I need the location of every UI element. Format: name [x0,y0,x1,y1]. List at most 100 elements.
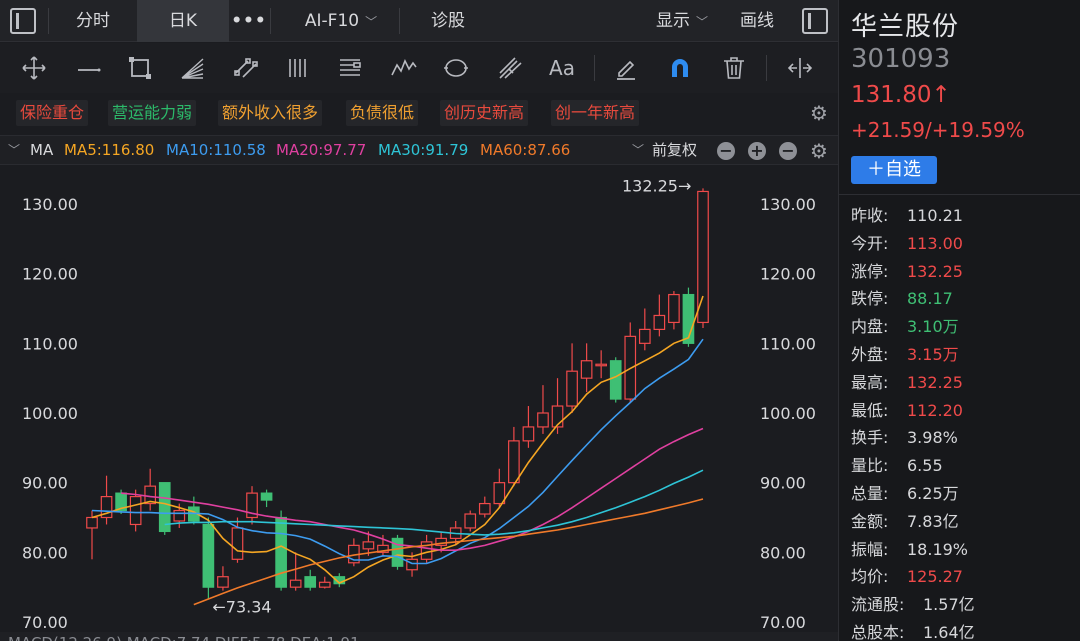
candle-body [580,360,593,379]
vertical-lines-icon[interactable] [285,55,313,81]
stat-value: 7.83亿 [907,511,959,531]
stat-row: 均价: 125.27 [851,563,1079,591]
y-tick-label-right: 100.00 [760,404,816,423]
candle-body [362,541,375,550]
candle-body [304,576,317,588]
candle-body [289,579,302,588]
kline-chart[interactable]: 130.00 130.00 120.00 120.00 110.00 110.00 100.… [0,166,838,641]
wave-icon[interactable] [390,55,418,81]
chevron-down-icon[interactable]: ﹀ [8,136,20,164]
gear-icon[interactable]: ⚙ [808,102,830,124]
trash-icon[interactable] [720,55,748,81]
tab-diagnose[interactable]: 诊股 [405,0,491,42]
draw-line-button[interactable]: 画线 [728,0,786,42]
gear-icon[interactable]: ⚙ [808,140,830,162]
ma30-value: MA30:91.79 [378,141,469,159]
horizontal-line-icon[interactable] [75,55,103,81]
y-tick-label-right: 90.00 [760,474,806,493]
stat-row: 总股本: 1.64亿 [851,619,1079,641]
y-tick-label-left: 70.00 [22,613,68,632]
tag-item[interactable]: 营运能力弱 [108,100,197,126]
stat-label: 振幅: [851,539,889,559]
move-icon[interactable] [20,55,48,81]
stat-row: 昨收: 110.21 [851,202,1079,230]
y-tick-label-left: 80.00 [22,543,68,562]
candle-body [478,502,491,515]
y-tick-label-right: 110.00 [760,334,816,353]
tab-ai-f10[interactable]: AI-F10 ﹀ [285,0,397,42]
divider [270,8,271,34]
stat-row: 振幅: 18.19% [851,536,1079,564]
ma-line-ma30 [164,469,704,536]
stat-value: 3.15万 [907,344,959,364]
tab-intraday[interactable]: 分时 [50,0,136,42]
low-price-annotation: ←73.34 [212,598,271,617]
tab-ai-f10-label: AI-F10 [304,11,360,31]
price-change: +21.59/+19.59% [851,118,1025,142]
stat-row: 最低: 112.20 [851,397,1079,425]
add-watchlist-button[interactable]: ＋自选 [851,156,937,184]
candle-body [638,328,651,344]
adjust-mode-select[interactable]: 前复权 [652,136,697,164]
rectangle-icon[interactable] [126,55,154,81]
tab-daily-k[interactable]: 日K [137,0,229,42]
tag-item[interactable]: 创历史新高 [440,100,529,126]
chevron-down-icon: ﹀ [365,15,378,29]
tag-item[interactable]: 负债很低 [346,100,419,126]
more-tabs-icon[interactable]: ••• [230,0,268,42]
tag-item[interactable]: 保险重仓 [16,100,89,126]
zoom-out-icon[interactable]: − [779,142,797,160]
stock-info-sidebar: 华兰股份 301093 131.80↑ +21.59/+19.59% ＋自选 昨… [838,0,1080,641]
stat-row: 最高: 132.25 [851,369,1079,397]
indicator-strip-label: MACD(12,26,9) MACD:7.74 DIFF:5.78 DEA:1.… [8,634,360,641]
ellipse-icon[interactable] [442,55,470,81]
y-tick-label-right: 120.00 [760,265,816,284]
divider [594,55,595,81]
stat-row: 外盘: 3.15万 [851,341,1079,369]
chevron-down-icon[interactable]: ﹀ [632,136,644,164]
stat-value: 132.25 [907,372,963,392]
display-menu[interactable]: 显示 ﹀ [640,0,724,42]
stat-label: 总股本: [851,622,905,641]
y-tick-label-right: 80.00 [760,543,806,562]
stat-value: 6.55 [907,456,943,476]
ma-label: MA [30,141,54,159]
candle-body [129,496,142,526]
candle-body [86,516,98,529]
stat-value: 3.10万 [907,317,959,337]
stock-code: 301093 [851,44,951,74]
parallel-channel-icon[interactable] [232,55,260,81]
stat-label: 最高: [851,372,889,392]
stat-label: 内盘: [851,317,889,337]
left-panel-toggle-icon[interactable] [10,8,36,34]
stat-value: 110.21 [907,206,963,225]
candle-body [202,523,215,588]
fibonacci-icon[interactable] [336,55,364,81]
stat-label: 换手: [851,428,889,448]
candle-body [173,509,186,522]
candle-body [275,516,287,588]
stat-row: 今开: 113.00 [851,230,1079,258]
divider [839,194,1080,195]
tag-item[interactable]: 额外收入很多 [218,100,323,126]
text-icon[interactable]: Aa [548,55,576,81]
magnet-icon[interactable] [666,55,694,81]
candle-body [653,314,666,330]
stat-row: 内盘: 3.10万 [851,313,1079,341]
right-panel-toggle-icon[interactable] [802,8,828,34]
zoom-in-icon[interactable]: + [748,142,766,160]
tag-item[interactable]: 创一年新高 [551,100,640,126]
stock-tags-row: 保险重仓 营运能力弱 额外收入很多 负债很低 创历史新高 创一年新高 ⚙ [0,94,838,132]
split-icon[interactable] [786,55,814,81]
stat-label: 量比: [851,456,889,476]
collapse-icon[interactable]: − [717,142,735,160]
tag-label: 营运能力弱 [112,103,193,122]
drawing-toolbar: Aa [0,43,838,93]
fan-icon[interactable] [178,55,206,81]
pen-icon[interactable] [612,55,640,81]
y-tick-label-left: 120.00 [22,265,78,284]
stat-row: 跌停: 88.17 [851,285,1079,313]
stat-label: 金额: [851,511,889,531]
stat-row: 涨停: 132.25 [851,258,1079,286]
pitchfork-icon[interactable] [496,55,524,81]
